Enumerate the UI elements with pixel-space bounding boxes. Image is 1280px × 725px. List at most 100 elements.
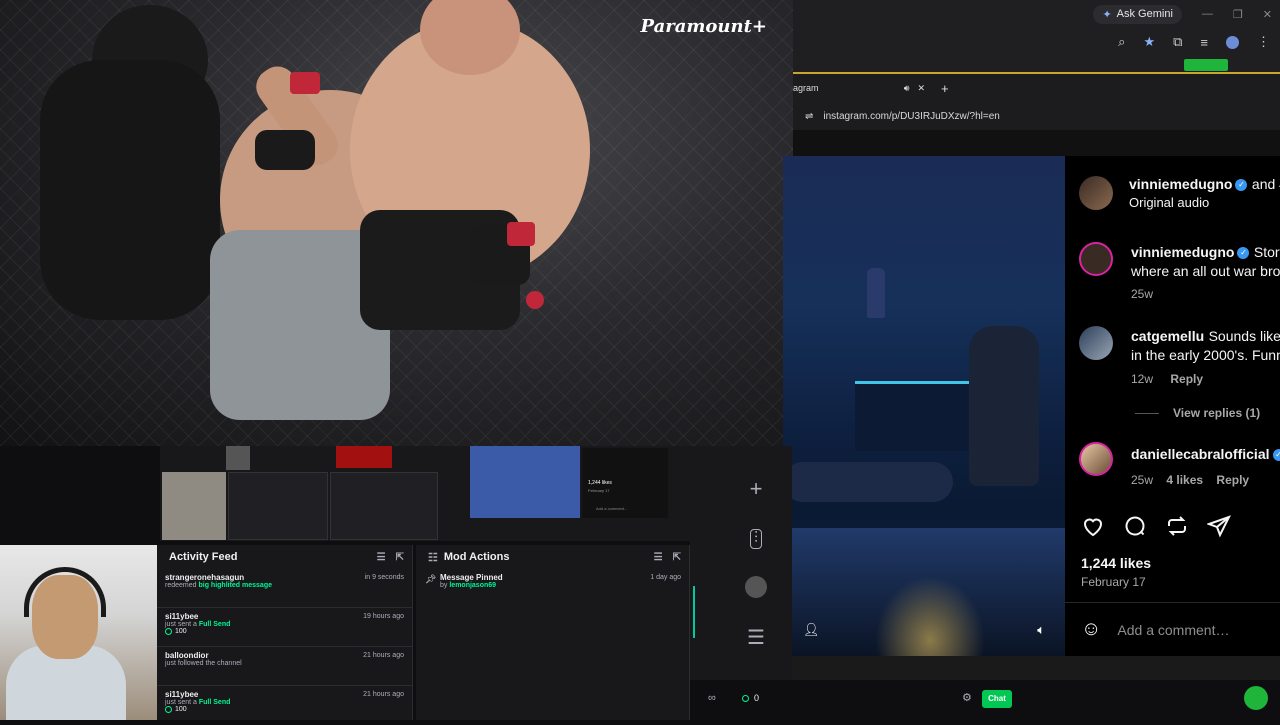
popout-icon[interactable]: ⇱ bbox=[673, 552, 681, 563]
channel-points-icon bbox=[165, 628, 172, 635]
feed-item[interactable]: strangeronehasagun redeemed big highlite… bbox=[157, 569, 412, 608]
comment-username[interactable]: daniellecabralofficial bbox=[1131, 446, 1270, 462]
address-bar[interactable]: ⇌ instagram.com/p/DU3IRJuDXzw/?hl=en bbox=[793, 102, 1280, 130]
mute-icon[interactable]: 🔈︎ bbox=[1037, 622, 1045, 638]
comment-username[interactable]: vinniemedugno bbox=[1131, 244, 1234, 260]
go-live-button[interactable] bbox=[1184, 59, 1228, 71]
coauthors-label[interactable]: and 4 bbox=[1252, 176, 1280, 192]
reply-button[interactable]: Reply bbox=[1216, 473, 1249, 487]
menu-icon[interactable]: ☰ bbox=[747, 625, 765, 650]
share-icon[interactable] bbox=[1207, 514, 1231, 538]
chat-button[interactable]: Chat bbox=[982, 690, 1012, 708]
comment-input[interactable]: Add a comment… bbox=[1117, 622, 1229, 638]
verified-icon: ✓ bbox=[1237, 247, 1249, 259]
view-replies-label: View replies (1) bbox=[1173, 406, 1260, 420]
preview-red-thumb bbox=[336, 446, 392, 468]
add-comment-row: ☺ Add a comment… bbox=[1081, 618, 1229, 641]
feed-time: 19 hours ago bbox=[363, 613, 404, 620]
minimize-icon[interactable]: — bbox=[1202, 8, 1213, 20]
mod-action-item[interactable]: 📌︎ Message Pinned by lemonjason69 1 day … bbox=[416, 569, 689, 608]
sparkle-icon: ✦ bbox=[1102, 8, 1111, 21]
list-icon: ☷ bbox=[428, 551, 438, 564]
repost-icon[interactable] bbox=[1165, 514, 1189, 538]
performer-foreground bbox=[969, 326, 1039, 486]
comment-likes[interactable]: 4 likes bbox=[1166, 473, 1203, 487]
mod-actions-title: Mod Actions bbox=[444, 551, 510, 563]
profile-avatar[interactable] bbox=[1226, 36, 1239, 49]
feed-item[interactable]: balloondior just followed the channel 21… bbox=[157, 647, 412, 686]
instagram-tab[interactable]: agram 🔊︎ ✕ bbox=[793, 83, 931, 94]
filter-icon[interactable]: ☰ bbox=[654, 552, 663, 563]
filter-icon[interactable]: ☰ bbox=[377, 552, 386, 563]
site-settings-icon[interactable]: ⇌ bbox=[805, 111, 813, 122]
webcam-feed bbox=[0, 545, 157, 720]
post-actions bbox=[1081, 514, 1231, 538]
main-video[interactable]: Paramount+ bbox=[0, 0, 793, 446]
feed-time: 21 hours ago bbox=[363, 691, 404, 698]
zoom-icon[interactable]: ⌕ bbox=[1118, 34, 1125, 50]
activity-feed-panel: Activity Feed ☰ ⇱ strangeronehasagun red… bbox=[157, 545, 413, 720]
settings-icon[interactable]: ⚙ bbox=[962, 691, 972, 704]
view-replies-button[interactable]: View replies (1) bbox=[1135, 406, 1260, 420]
assistant-icon[interactable] bbox=[1244, 686, 1268, 710]
feed-item[interactable]: si11ybee just sent a Full Send 100 19 ho… bbox=[157, 608, 412, 647]
close-window-icon[interactable]: ✕ bbox=[1263, 8, 1272, 21]
activity-feed-header: Activity Feed ☰ ⇱ bbox=[157, 545, 412, 569]
chat-bottom-bar: ∞ 0 ⚙ Chat bbox=[690, 680, 1280, 720]
comment-age: 25w bbox=[1131, 473, 1153, 487]
feed-time: 21 hours ago bbox=[363, 652, 404, 659]
header-username[interactable]: vinniemedugno bbox=[1129, 176, 1232, 192]
mod-action-user[interactable]: lemonjason69 bbox=[449, 582, 496, 589]
feed-time: in 9 seconds bbox=[365, 574, 404, 581]
user-avatar-icon[interactable] bbox=[745, 576, 767, 598]
add-icon[interactable]: + bbox=[750, 476, 763, 502]
heart-icon[interactable] bbox=[1081, 514, 1105, 538]
likes-count[interactable]: 1,244 likes bbox=[1081, 555, 1151, 571]
comment-text: Sounds like bbox=[1209, 328, 1280, 344]
mod-action-label: Message Pinned bbox=[440, 573, 681, 582]
popout-icon[interactable]: ⇱ bbox=[396, 552, 404, 563]
infinity-icon[interactable]: ∞ bbox=[708, 692, 716, 704]
comment-username[interactable]: catgemellu bbox=[1131, 328, 1204, 344]
comment-icon[interactable] bbox=[1123, 514, 1147, 538]
queue-icon[interactable]: ≡ bbox=[1200, 35, 1208, 50]
reply-button[interactable]: Reply bbox=[1170, 372, 1203, 386]
menu-kebab-icon[interactable]: ⋮ bbox=[1257, 34, 1270, 50]
new-tab-icon[interactable]: + bbox=[941, 81, 949, 96]
restore-icon[interactable]: ❐ bbox=[1233, 8, 1243, 21]
instagram-bottom-strip bbox=[720, 656, 1280, 680]
avatar[interactable] bbox=[1079, 326, 1113, 360]
avatar[interactable] bbox=[1079, 242, 1113, 276]
comment-item: daniellecabralofficial✓ 25w 4 likes Repl… bbox=[1065, 442, 1280, 490]
ask-gemini-button[interactable]: ✦ Ask Gemini bbox=[1093, 5, 1181, 24]
mod-action-by: by bbox=[440, 582, 447, 589]
quick-actions-column: + ⫶ ☰ bbox=[720, 446, 792, 680]
tab-title: agram bbox=[793, 83, 819, 93]
post-date: February 17 bbox=[1081, 575, 1146, 589]
feed-item[interactable]: si11ybee just sent a Full Send 100 21 ho… bbox=[157, 686, 412, 725]
close-tab-icon[interactable]: ✕ bbox=[917, 83, 925, 94]
user-tag-icon[interactable]: 👤︎ bbox=[803, 622, 820, 638]
comments-panel: vinniemedugno✓ and 4 Original audio vinn… bbox=[1065, 156, 1280, 656]
preview-comment-field: Add a comment... bbox=[596, 506, 627, 511]
scroll-indicator[interactable] bbox=[693, 586, 695, 638]
bookmark-star-icon[interactable]: ★ bbox=[1143, 34, 1155, 50]
mod-actions-header: ☷ Mod Actions ☰ ⇱ bbox=[416, 545, 689, 569]
emoji-icon[interactable]: ☺ bbox=[1081, 618, 1101, 641]
audio-label[interactable]: Original audio bbox=[1129, 195, 1209, 210]
avatar[interactable] bbox=[1079, 442, 1113, 476]
channel-points-icon bbox=[165, 706, 172, 713]
reel-video[interactable]: 👤︎ 🔈︎ bbox=[783, 156, 1065, 656]
avatar[interactable] bbox=[1079, 176, 1113, 210]
paramount-logo: Paramount+ bbox=[641, 16, 767, 37]
pin-icon: 📌︎ bbox=[425, 574, 436, 585]
extensions-icon[interactable]: ⧉ bbox=[1173, 34, 1182, 50]
comment-item: catgemellu Sounds like in the early 2000… bbox=[1065, 324, 1280, 388]
divider bbox=[1135, 413, 1159, 414]
viewer-count: 0 bbox=[754, 693, 759, 703]
stats-icon[interactable]: ⫶ bbox=[750, 529, 762, 549]
stage-plant bbox=[875, 576, 985, 656]
preview-activity-thumb bbox=[228, 472, 328, 540]
speaker-icon[interactable]: 🔊︎ bbox=[904, 83, 910, 94]
verified-icon: ✓ bbox=[1273, 449, 1280, 461]
